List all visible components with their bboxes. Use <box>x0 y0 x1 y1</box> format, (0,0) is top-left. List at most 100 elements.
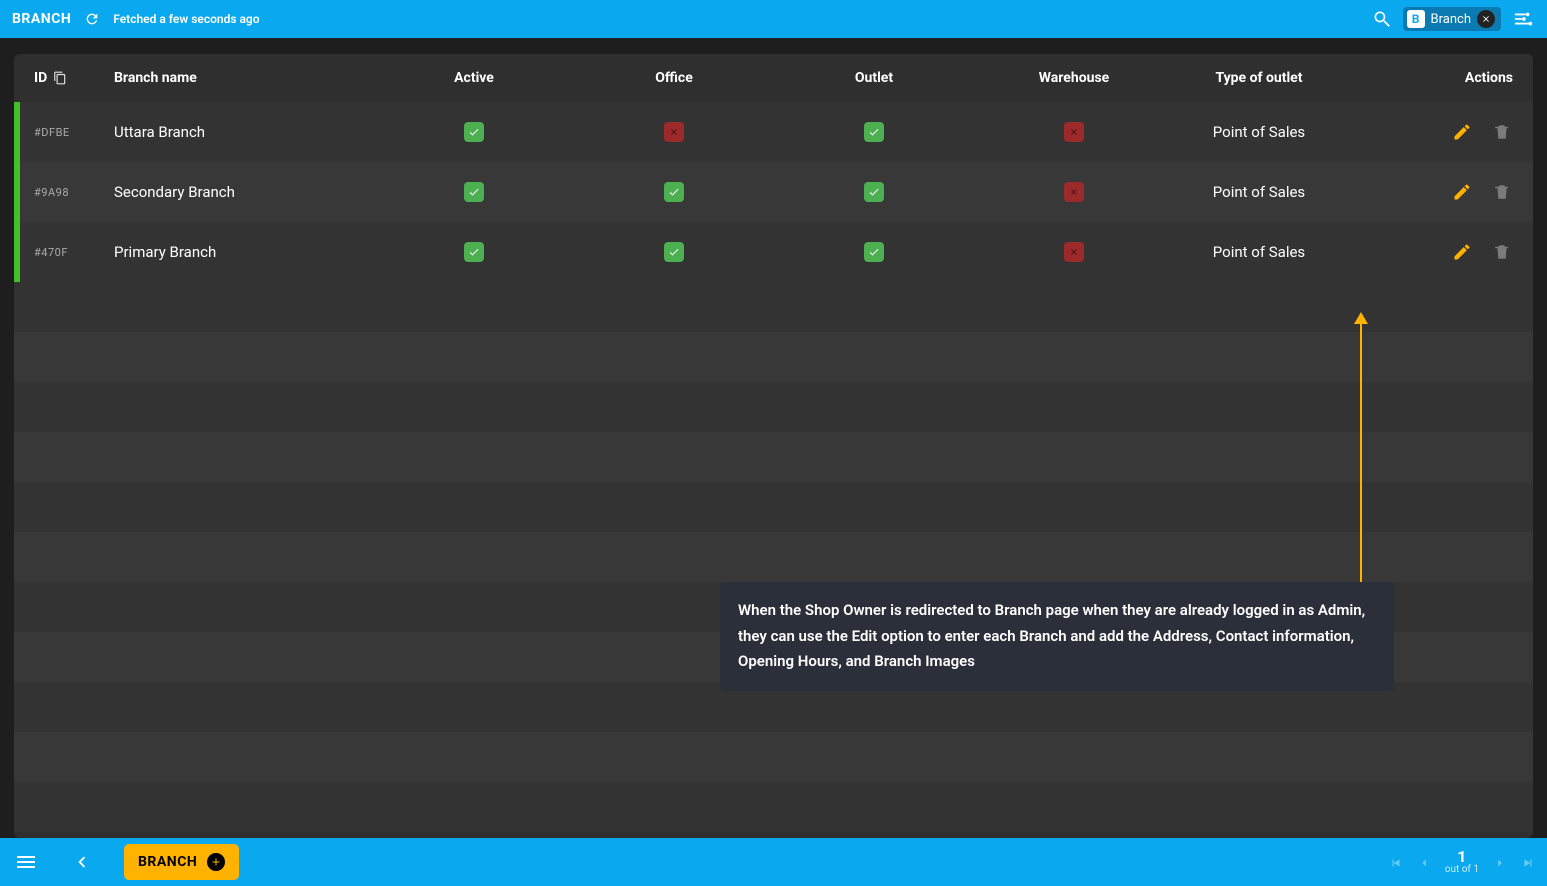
empty-row <box>14 382 1533 432</box>
cross-icon <box>1064 122 1084 142</box>
pagination: 1 out of 1 <box>1389 849 1535 875</box>
check-icon <box>864 242 884 262</box>
check-icon <box>464 122 484 142</box>
empty-row <box>14 482 1533 532</box>
table-body: #DFBEUttara BranchPoint of Sales#9A98Sec… <box>14 102 1533 282</box>
page-current: 1 <box>1457 849 1466 865</box>
cell-name: Uttara Branch <box>114 123 374 141</box>
annotation-text: When the Shop Owner is redirected to Bra… <box>738 601 1365 670</box>
col-id[interactable]: ID <box>34 70 114 86</box>
delete-icon[interactable] <box>1491 181 1513 203</box>
edit-icon[interactable] <box>1451 181 1473 203</box>
col-actions-label: Actions <box>1465 70 1513 86</box>
table-row[interactable]: #470FPrimary BranchPoint of Sales <box>14 222 1533 282</box>
col-type-label: Type of outlet <box>1216 70 1303 86</box>
add-branch-label: BRANCH <box>138 854 197 870</box>
table-row[interactable]: #DFBEUttara BranchPoint of Sales <box>14 102 1533 162</box>
page-first-icon[interactable] <box>1389 855 1403 869</box>
close-icon[interactable] <box>1477 10 1495 28</box>
empty-row <box>14 282 1533 332</box>
empty-stripes <box>14 282 1533 832</box>
cross-icon <box>1064 242 1084 262</box>
add-branch-button[interactable]: BRANCH <box>124 844 239 880</box>
page-info: 1 out of 1 <box>1445 849 1479 875</box>
filter-chip-badge: B <box>1407 10 1425 28</box>
col-name[interactable]: Branch name <box>114 70 374 86</box>
empty-row <box>14 332 1533 382</box>
refresh-icon[interactable] <box>83 10 101 28</box>
cell-name: Primary Branch <box>114 243 374 261</box>
check-icon <box>664 182 684 202</box>
menu-icon[interactable] <box>12 848 40 876</box>
selection-indicator <box>14 102 20 282</box>
topbar-right: B Branch <box>1371 7 1535 31</box>
cell-outlet <box>774 122 974 142</box>
col-warehouse[interactable]: Warehouse <box>974 70 1174 86</box>
col-active-label: Active <box>454 70 494 86</box>
cross-icon <box>1064 182 1084 202</box>
table-row[interactable]: #9A98Secondary Branch Point of Sales <box>14 162 1533 222</box>
check-icon <box>464 182 484 202</box>
back-icon[interactable] <box>68 848 96 876</box>
content-area: ID Branch name Active Office Outlet Ware… <box>0 38 1547 838</box>
filter-chip-label: Branch <box>1431 12 1471 27</box>
check-icon <box>464 242 484 262</box>
cell-id: #470F <box>34 246 114 259</box>
copy-icon <box>53 71 67 85</box>
cell-active <box>374 242 574 262</box>
cell-type: Point of Sales <box>1174 183 1344 201</box>
page-last-icon[interactable] <box>1521 855 1535 869</box>
check-icon <box>664 242 684 262</box>
col-active[interactable]: Active <box>374 70 574 86</box>
empty-row <box>14 732 1533 782</box>
topbar-left: BRANCH Fetched a few seconds ago <box>12 10 260 28</box>
cross-icon <box>664 122 684 142</box>
col-outlet[interactable]: Outlet <box>774 70 974 86</box>
cell-id: #DFBE <box>34 126 114 139</box>
cell-outlet <box>774 242 974 262</box>
cell-actions <box>1344 241 1513 263</box>
page-title: BRANCH <box>12 11 71 27</box>
empty-row <box>14 532 1533 582</box>
cell-warehouse <box>974 122 1174 142</box>
edit-icon[interactable] <box>1451 121 1473 143</box>
delete-icon[interactable] <box>1491 241 1513 263</box>
col-type[interactable]: Type of outlet <box>1174 70 1344 86</box>
fetched-status: Fetched a few seconds ago <box>113 12 259 26</box>
cell-id: #9A98 <box>34 186 114 199</box>
branch-table: ID Branch name Active Office Outlet Ware… <box>14 54 1533 838</box>
col-actions: Actions <box>1344 70 1513 86</box>
search-icon[interactable] <box>1371 8 1393 30</box>
cell-office <box>574 122 774 142</box>
col-warehouse-label: Warehouse <box>1039 70 1109 86</box>
edit-icon[interactable] <box>1451 241 1473 263</box>
empty-row <box>14 432 1533 482</box>
bottombar: BRANCH 1 out of 1 <box>0 838 1547 886</box>
page-total: out of 1 <box>1445 865 1479 875</box>
cell-office <box>574 242 774 262</box>
col-office[interactable]: Office <box>574 70 774 86</box>
cell-actions <box>1344 121 1513 143</box>
col-name-label: Branch name <box>114 70 197 86</box>
cell-name: Secondary Branch <box>114 183 374 201</box>
annotation-tooltip: When the Shop Owner is redirected to Bra… <box>720 582 1394 691</box>
cell-active <box>374 182 574 202</box>
filter-chip-branch[interactable]: B Branch <box>1403 7 1501 31</box>
col-office-label: Office <box>655 70 693 86</box>
page-next-icon[interactable] <box>1493 855 1507 869</box>
cell-active <box>374 122 574 142</box>
cell-outlet <box>774 182 974 202</box>
cell-actions <box>1344 181 1513 203</box>
page-prev-icon[interactable] <box>1417 855 1431 869</box>
tune-icon[interactable] <box>1511 7 1535 31</box>
table-header-row: ID Branch name Active Office Outlet Ware… <box>14 54 1533 102</box>
cell-warehouse <box>974 242 1174 262</box>
cell-office <box>574 182 774 202</box>
check-icon <box>864 122 884 142</box>
topbar: BRANCH Fetched a few seconds ago B Branc… <box>0 0 1547 38</box>
col-id-label: ID <box>34 70 47 86</box>
delete-icon[interactable] <box>1491 121 1513 143</box>
annotation-arrow <box>1360 314 1362 582</box>
plus-icon <box>207 853 225 871</box>
check-icon <box>864 182 884 202</box>
